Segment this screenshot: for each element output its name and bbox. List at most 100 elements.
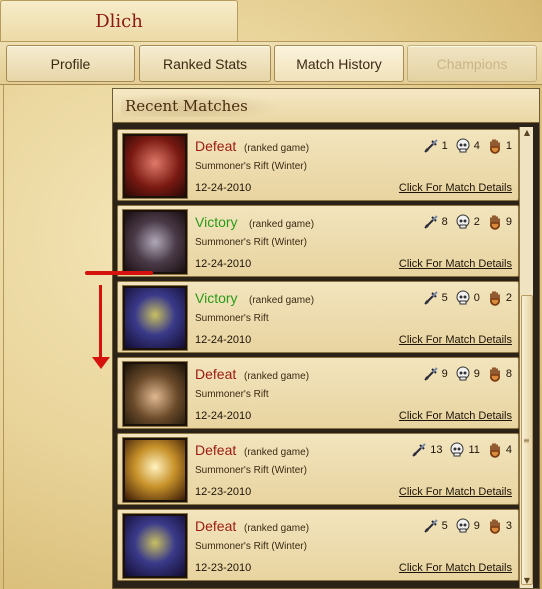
game-type: (ranked game) [244, 447, 310, 458]
scrollbar[interactable]: ▲ ≡ ▼ [519, 127, 533, 588]
annotation-line [85, 271, 153, 275]
match-details-link[interactable]: Click For Match Details [399, 562, 512, 574]
skull-icon [456, 290, 470, 305]
match-date: 12-23-2010 [195, 562, 252, 574]
tab-ranked-stats[interactable]: Ranked Stats [139, 45, 271, 82]
window-title-tab: Dlich [0, 0, 238, 42]
map-name: Summoner's Rift (Winter) [195, 541, 307, 552]
panel-header: Recent Matches [113, 89, 539, 123]
match-result: Victory [195, 214, 238, 230]
scroll-grip-icon: ≡ [523, 436, 530, 445]
skull-icon [450, 442, 464, 457]
game-type: (ranked game) [244, 371, 310, 382]
kda-stats: 9 9 8 [419, 366, 512, 382]
hand-icon [489, 367, 500, 382]
match-row: Defeat (ranked game) Summoner's Rift (Wi… [117, 433, 519, 505]
game-type: (ranked game) [244, 143, 310, 154]
match-details-link[interactable]: Click For Match Details [399, 258, 512, 270]
match-date: 12-24-2010 [195, 182, 252, 194]
match-result: Defeat [195, 442, 237, 458]
window-title: Dlich [95, 11, 143, 32]
match-details-link[interactable]: Click For Match Details [399, 486, 512, 498]
kda-stats: 13 11 4 [407, 442, 512, 458]
champion-portrait-red-beast [123, 134, 187, 198]
champion-portrait-wolf [123, 210, 187, 274]
panel-title: Recent Matches [125, 97, 248, 115]
game-type: (ranked game) [249, 219, 315, 230]
kills-count: 13 [430, 444, 443, 456]
sword-icon [423, 367, 438, 381]
hand-icon [489, 139, 500, 154]
match-details-link[interactable]: Click For Match Details [399, 410, 512, 422]
match-result: Defeat [195, 138, 237, 154]
match-details-link[interactable]: Click For Match Details [399, 182, 512, 194]
match-result: Victory [195, 290, 238, 306]
assists-count: 9 [505, 216, 512, 228]
match-date: 12-24-2010 [195, 410, 252, 422]
champion-portrait-dark-mage [123, 514, 187, 578]
hand-icon [489, 291, 500, 306]
match-result: Defeat [195, 366, 237, 382]
skull-icon [456, 366, 470, 381]
map-name: Summoner's Rift [195, 313, 269, 324]
hand-icon [489, 519, 500, 534]
skull-icon [456, 214, 470, 229]
match-date: 12-24-2010 [195, 258, 252, 270]
match-row: Victory (ranked game) Summoner's Rift (W… [117, 205, 519, 277]
kills-count: 5 [441, 292, 448, 304]
assists-count: 3 [505, 520, 512, 532]
match-date: 12-24-2010 [195, 334, 252, 346]
sword-icon [423, 291, 438, 305]
game-type: (ranked game) [249, 295, 315, 306]
map-name: Summoner's Rift [195, 389, 269, 400]
tab-bar: Profile Ranked Stats Match History Champ… [0, 41, 542, 85]
match-row: Defeat (ranked game) Summoner's Rift (Wi… [117, 509, 519, 581]
champion-portrait-dark-mage [123, 286, 187, 350]
deaths-count: 2 [473, 216, 480, 228]
divider [3, 85, 4, 589]
deaths-count: 11 [468, 444, 480, 456]
tab-champions[interactable]: Champions [407, 45, 537, 82]
kills-count: 5 [441, 520, 448, 532]
hand-icon [489, 443, 500, 458]
scroll-up-arrow[interactable]: ▲ [521, 127, 533, 139]
game-type: (ranked game) [244, 523, 310, 534]
match-details-link[interactable]: Click For Match Details [399, 334, 512, 346]
sword-icon [423, 215, 438, 229]
assists-count: 1 [505, 140, 512, 152]
sword-icon [412, 443, 426, 457]
tab-profile[interactable]: Profile [6, 45, 135, 82]
sword-icon [423, 519, 438, 533]
deaths-count: 9 [473, 520, 480, 532]
kda-stats: 5 0 2 [419, 290, 512, 306]
map-name: Summoner's Rift (Winter) [195, 161, 307, 172]
map-name: Summoner's Rift (Winter) [195, 465, 307, 476]
champion-portrait-hooded-archer [123, 362, 187, 426]
recent-matches-panel: Recent Matches Defeat (ranked game) Summ… [112, 88, 540, 589]
kills-count: 9 [441, 368, 448, 380]
match-result: Defeat [195, 518, 237, 534]
assists-count: 8 [505, 368, 512, 380]
skull-icon [456, 518, 470, 533]
deaths-count: 9 [473, 368, 480, 380]
match-date: 12-23-2010 [195, 486, 252, 498]
scroll-down-arrow[interactable]: ▼ [521, 575, 533, 587]
match-row: Defeat (ranked game) Summoner's Rift 12-… [117, 357, 519, 429]
kda-stats: 5 9 3 [419, 518, 512, 534]
annotation-arrow-head [92, 357, 110, 369]
skull-icon [456, 138, 470, 153]
match-row: Defeat (ranked game) Summoner's Rift (Wi… [117, 129, 519, 201]
deaths-count: 0 [473, 292, 480, 304]
assists-count: 2 [505, 292, 512, 304]
map-name: Summoner's Rift (Winter) [195, 237, 307, 248]
sword-icon [423, 139, 438, 153]
assists-count: 4 [505, 444, 512, 456]
kills-count: 1 [441, 140, 448, 152]
kda-stats: 1 4 1 [419, 138, 512, 154]
match-row: Victory (ranked game) Summoner's Rift 12… [117, 281, 519, 353]
tab-match-history[interactable]: Match History [274, 45, 404, 82]
kda-stats: 8 2 9 [419, 214, 512, 230]
champion-portrait-gold-helmet [123, 438, 187, 502]
hand-icon [489, 215, 500, 230]
annotation-arrow-shaft [99, 285, 102, 359]
